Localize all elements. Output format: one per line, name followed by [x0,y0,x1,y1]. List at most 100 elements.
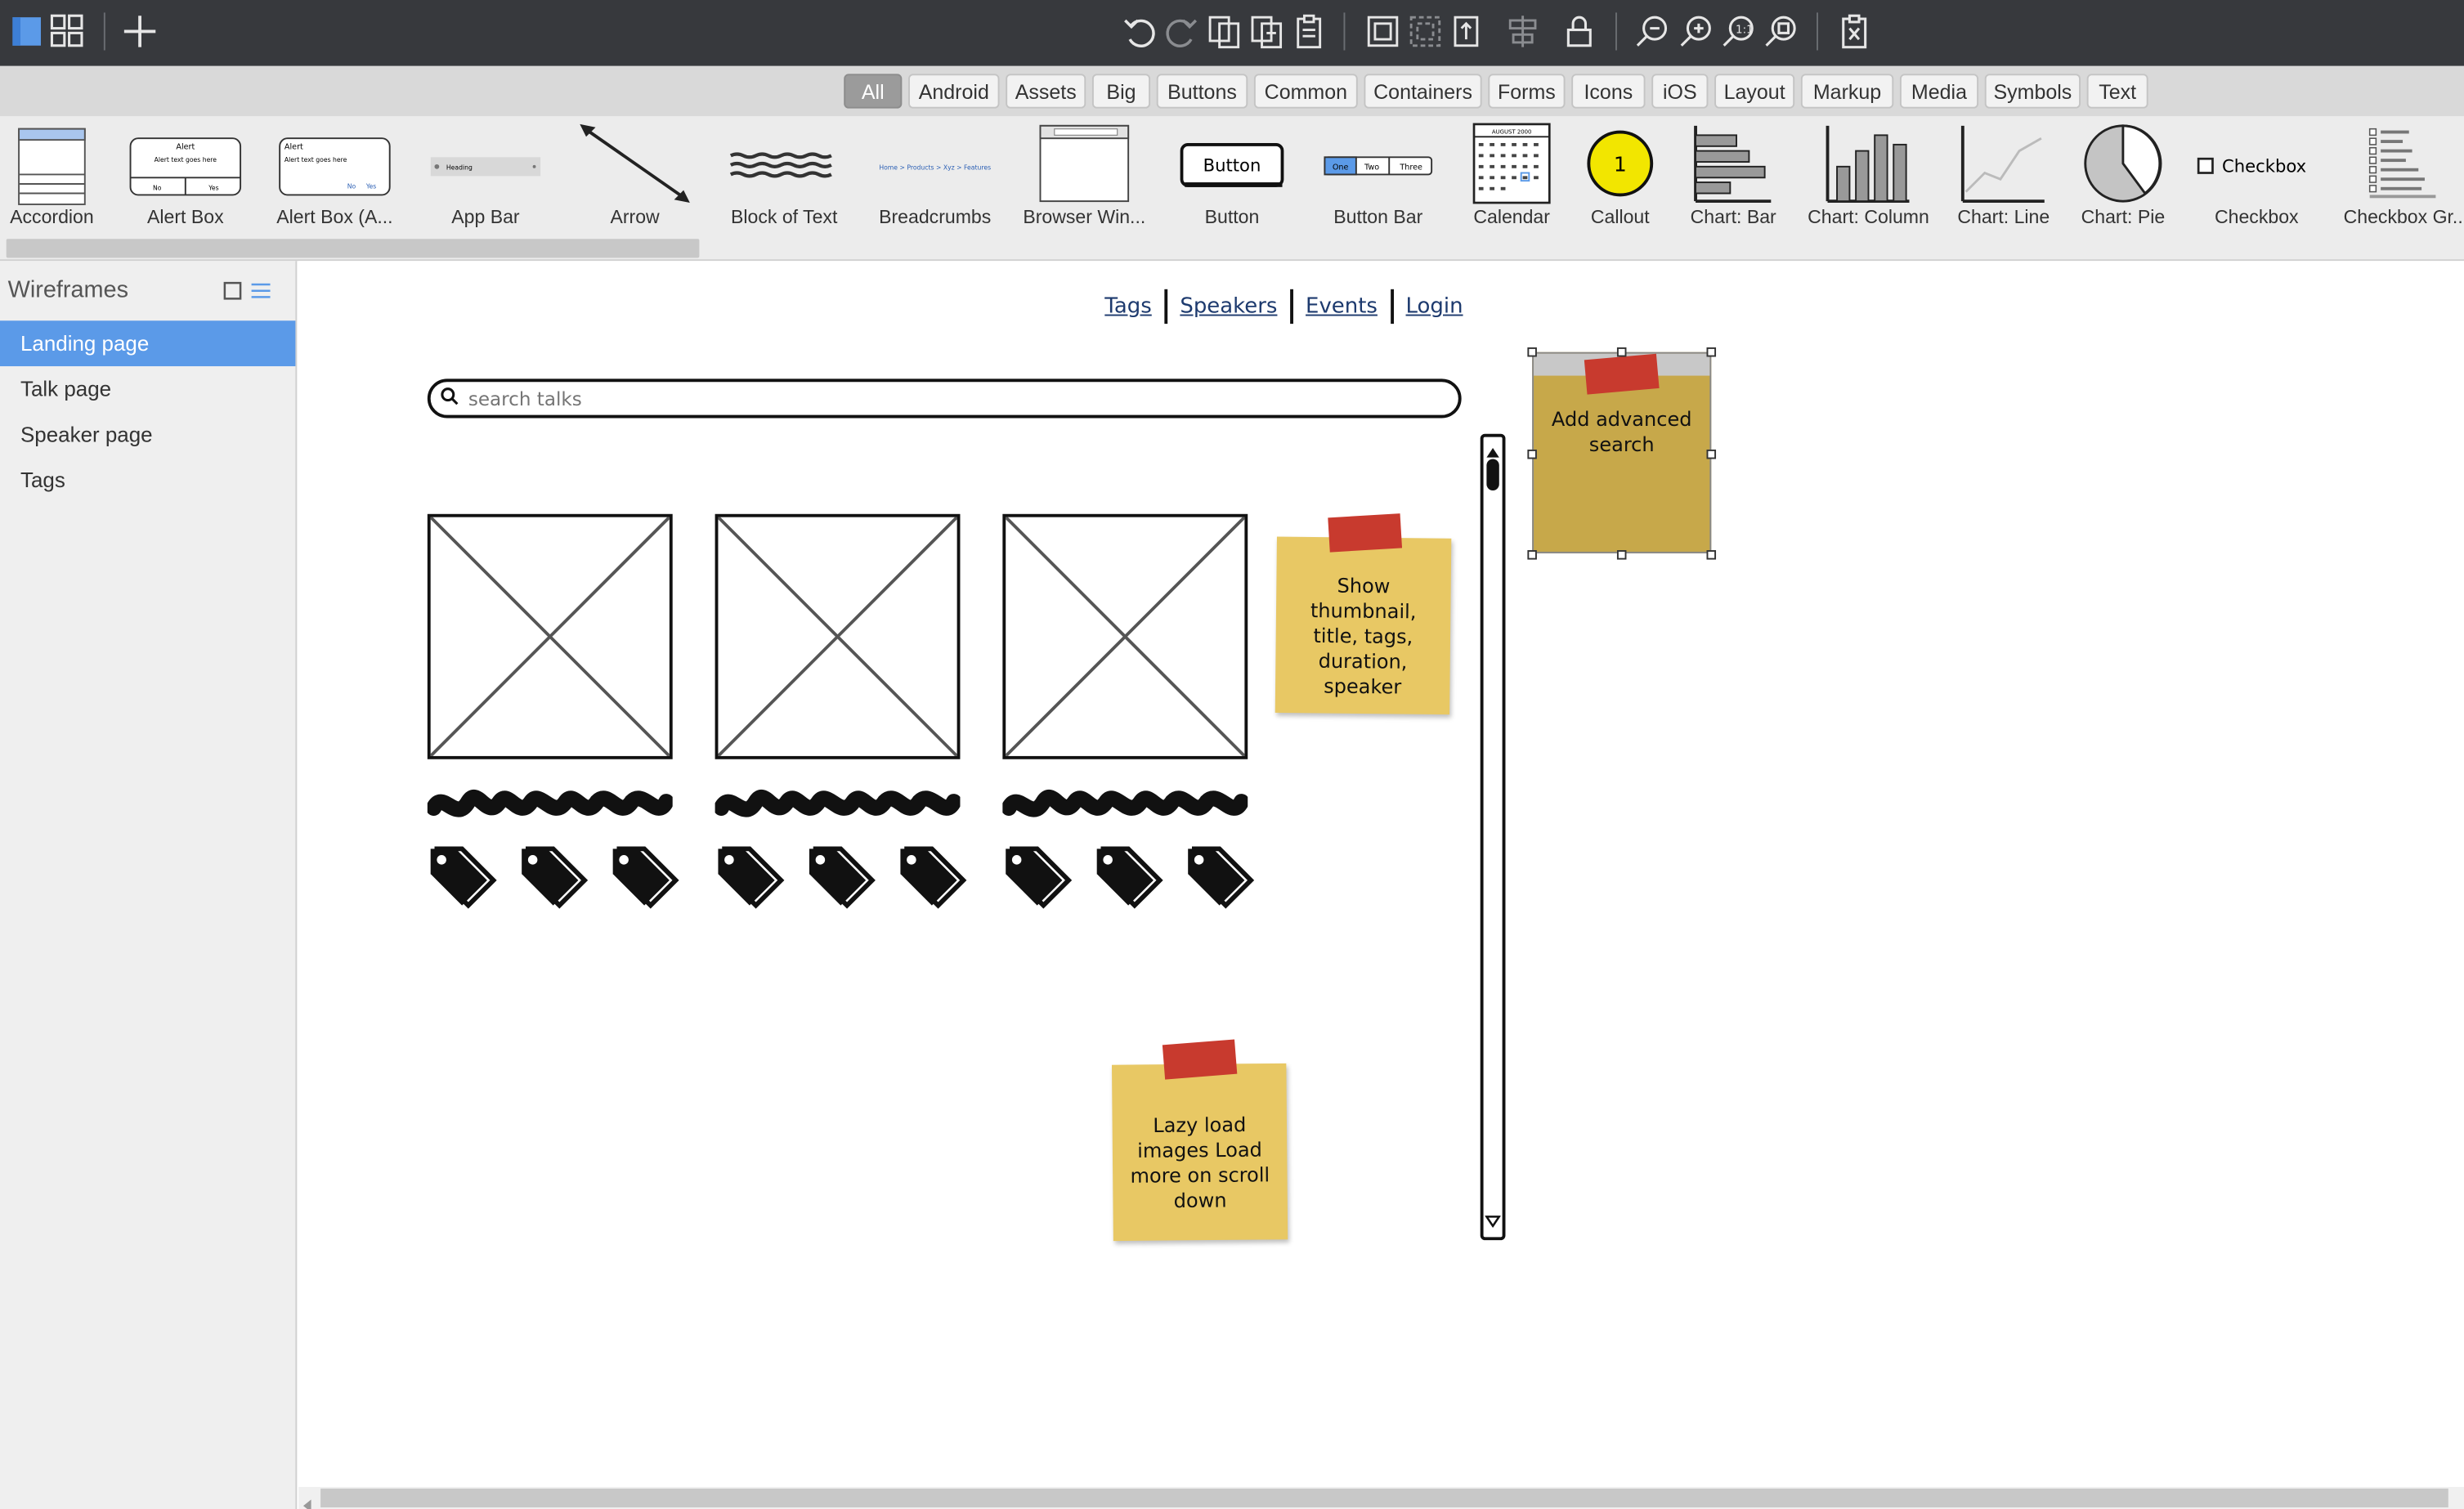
library-item-chart-bar[interactable]: Chart: Bar [1663,116,1804,239]
tags-row [1002,846,1270,916]
sticky-tape [1327,513,1402,553]
delete-icon[interactable] [1830,10,1878,54]
resize-handle[interactable] [1706,449,1717,459]
library-item-checkbox[interactable]: Checkbox Checkbox [2186,116,2327,239]
canvas-horizontal-scrollbar[interactable] [298,1487,2464,1509]
nav-link-login[interactable]: Login [1393,294,1476,320]
tags-row [428,846,695,916]
resize-handle[interactable] [1616,550,1627,560]
toolbar-divider [1615,12,1617,51]
ungroup-icon[interactable] [1402,10,1449,54]
tab-android[interactable]: Android [908,74,1000,109]
library-item-block-of-text[interactable]: Block of Text [714,116,855,239]
alert-title-text: Alert [176,143,195,152]
library-item-breadcrumbs[interactable]: Home > Products > Xyz > Features Breadcr… [864,116,1006,239]
sticky-note-advanced-search[interactable]: Add advanced search [1532,352,1712,553]
sticky-tape [1584,353,1660,395]
search-icon [440,384,459,413]
undo-icon[interactable] [1116,10,1163,54]
resize-handle[interactable] [1527,449,1537,459]
search-box[interactable] [427,378,1462,419]
alert-a-no-text: No [347,183,356,190]
tab-media[interactable]: Media [1899,74,1979,109]
copy-icon[interactable] [1201,10,1248,54]
library-item-browser-window[interactable]: Browser Win... [1014,116,1155,239]
tab-ios[interactable]: iOS [1651,74,1709,109]
library-item-button[interactable]: Button Button [1162,116,1303,239]
sidebar-item-talk-page[interactable]: Talk page [0,366,295,412]
tab-all[interactable]: All [844,74,903,109]
sidebar-item-tags[interactable]: Tags [0,458,295,504]
app-bar-thumbnail: Heading [414,123,556,211]
search-input[interactable] [468,387,1412,410]
resize-handle[interactable] [1706,550,1717,560]
alert-box-thumbnail: Alert Alert text goes here No Yes [114,123,256,211]
resize-handle[interactable] [1527,347,1537,357]
paste-icon[interactable] [1285,10,1333,54]
tab-markup[interactable]: Markup [1800,74,1894,109]
zoom-out-icon[interactable] [1628,10,1675,54]
library-item-alert-box[interactable]: Alert Alert text goes here No Yes Alert Box [114,116,256,239]
checkbox-thumbnail: Checkbox [2186,123,2327,211]
sticky-note-lazy-load[interactable]: Lazy load images Load more on scroll dow… [1111,1039,1288,1242]
library-item-label: App Bar [451,205,520,228]
list-view-icon[interactable] [251,280,271,308]
nav-link-speakers[interactable]: Speakers [1167,294,1290,320]
lock-icon[interactable] [1556,10,1603,54]
add-icon[interactable] [116,10,164,54]
wireframe-nav-links: Tags Speakers Events Login [1092,289,1476,325]
zoom-in-icon[interactable] [1672,10,1719,54]
alert-no-text: No [153,185,162,192]
checkbox-group-thumbnail [2335,119,2464,208]
library-item-arrow[interactable]: Arrow [564,116,706,239]
sidebar-item-landing-page[interactable]: Landing page [0,320,296,367]
sticky-note-thumbnail-info[interactable]: Show thumbnail, title, tags, duration, s… [1275,513,1452,715]
library-item-checkbox-group[interactable]: Checkbox Gr... [2335,116,2464,239]
resize-handle[interactable] [1616,347,1627,357]
sidebar-item-speaker-page[interactable]: Speaker page [0,412,295,458]
resize-handle[interactable] [1706,347,1717,357]
image-placeholder [1002,513,1248,759]
scrollbar-thumb [1486,459,1499,490]
bring-front-icon[interactable] [1445,10,1493,54]
tab-symbols[interactable]: Symbols [1984,74,2081,109]
tab-buttons[interactable]: Buttons [1156,74,1248,109]
button-bar-thumbnail: One Two Three [1307,123,1449,211]
tags-icon [610,846,688,916]
tab-icons[interactable]: Icons [1571,74,1646,109]
tab-assets[interactable]: Assets [1006,74,1086,109]
grid-view-icon[interactable] [44,10,92,54]
button-thumb-text: Button [1203,155,1261,176]
wireframe-scrollbar [1480,433,1506,1241]
scroll-left-arrow-icon[interactable] [302,1492,313,1509]
tags-icon [428,846,506,916]
tab-common[interactable]: Common [1253,74,1358,109]
tags-icon [1185,846,1263,916]
wireframe-canvas[interactable]: Tags Speakers Events Login search talks … [298,261,2464,1488]
sticky-tape [1161,1039,1237,1080]
nav-link-tags[interactable]: Tags [1092,294,1164,320]
actual-size-icon[interactable]: 1:1 [1714,10,1762,54]
tab-big[interactable]: Big [1091,74,1151,109]
tab-containers[interactable]: Containers [1364,74,1482,109]
sticky-note-text: Add advanced search [1551,407,1692,456]
align-icon[interactable] [1499,10,1547,54]
tab-text[interactable]: Text [2086,74,2148,109]
library-item-alert-box-a[interactable]: Alert Alert text goes here No Yes Alert Box… [264,116,405,239]
library-filter-bar: All Android Assets Big Buttons Common Co… [0,65,2464,117]
thumbnail-view-icon[interactable] [223,280,242,308]
group-icon[interactable] [1360,10,1407,54]
fit-icon[interactable] [1757,10,1804,54]
svg-text:1:1: 1:1 [1736,24,1754,36]
resize-handle[interactable] [1527,550,1537,560]
nav-link-events[interactable]: Events [1293,294,1391,320]
library-scrollbar[interactable] [6,239,700,258]
tab-layout[interactable]: Layout [1714,74,1795,109]
scrollbar-thumb[interactable] [320,1488,2448,1508]
library-item-app-bar[interactable]: Heading App Bar [414,116,556,239]
library-item-chart-column[interactable]: Chart: Column [1798,116,1939,239]
tab-forms[interactable]: Forms [1488,74,1566,109]
duplicate-icon[interactable] [1243,10,1290,54]
redo-icon[interactable] [1158,10,1206,54]
browser-window-thumbnail [1014,119,1155,208]
